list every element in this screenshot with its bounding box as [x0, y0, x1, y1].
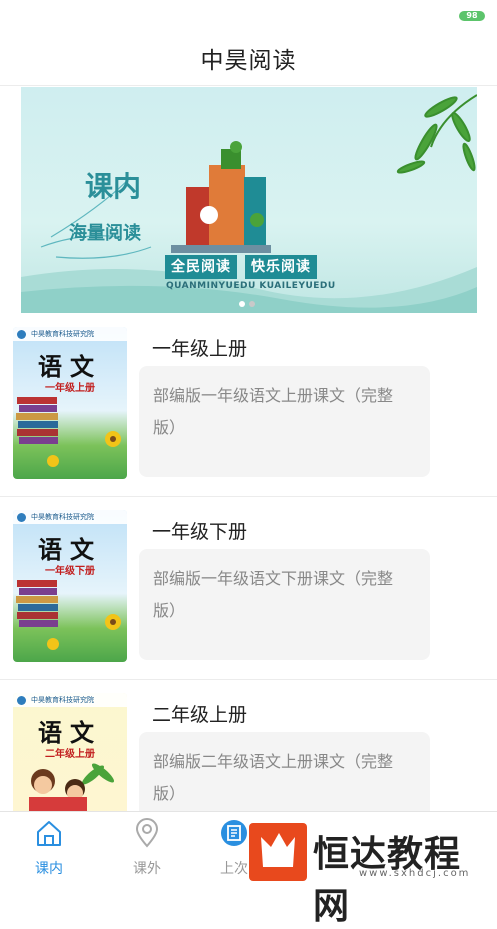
cover-subject: 语文 — [38, 718, 102, 747]
book-description: 部编版一年级语文下册课文（完整版） — [139, 549, 430, 660]
book-cover: 中昊教育科技研究院 语文 一年级下册 — [13, 510, 127, 662]
cover-subject: 语文 — [38, 352, 102, 381]
book-title: 一年级上册 — [152, 338, 248, 360]
cover-grade: 一年级上册 — [45, 383, 95, 394]
tab-label: 课外 — [133, 861, 161, 877]
cover-institute: 中昊教育科技研究院 — [13, 510, 127, 524]
cover-subject: 语文 — [38, 535, 102, 564]
cover-grade: 一年级下册 — [45, 566, 95, 577]
book-title: 二年级上册 — [152, 704, 248, 726]
banner-heading-2: 海量阅读 — [69, 223, 141, 244]
slogan-2: 快乐阅读 — [245, 255, 317, 279]
cover-institute: 中昊教育科技研究院 — [13, 327, 127, 341]
book-cover: 中昊教育科技研究院 语文 一年级上册 — [13, 327, 127, 479]
banner-slogan: 全民阅读 快乐阅读 — [165, 255, 317, 279]
banner-pinyin: QUANMINYUEDU KUAILEYUEDU — [166, 281, 336, 291]
carousel-indicator — [239, 301, 255, 307]
banner-carousel[interactable]: 海量阅读 课内 全民阅读 快乐阅读 QUANMINYUEDU KUAILEYUE… — [21, 87, 477, 313]
watermark-url: www.sxhdcj.com — [359, 868, 471, 879]
location-pin-icon — [135, 818, 159, 848]
cover-institute: 中昊教育科技研究院 — [13, 693, 127, 707]
battery-indicator: 98 — [459, 11, 485, 21]
slogan-1: 全民阅读 — [165, 255, 237, 279]
tab-in-class[interactable]: 课内 — [9, 812, 89, 884]
status-bar: 98 — [0, 0, 497, 30]
book-title: 一年级下册 — [152, 521, 248, 543]
carousel-dot-2[interactable] — [249, 301, 255, 307]
book-icon — [221, 820, 247, 846]
book-item-grade1-lower[interactable]: 中昊教育科技研究院 语文 一年级下册 一年级下册 部编版一年级语文下册课文（完整… — [0, 497, 497, 680]
book-description: 部编版一年级语文上册课文（完整版） — [139, 366, 430, 477]
carousel-dot-1[interactable] — [239, 301, 245, 307]
home-icon — [37, 821, 61, 846]
banner-heading-1: 课内 — [85, 170, 142, 203]
cover-grade: 二年级上册 — [45, 749, 95, 760]
header-bar: 中昊阅读 — [0, 30, 497, 86]
watermark-logo-icon — [249, 823, 307, 881]
page-title: 中昊阅读 — [200, 47, 297, 74]
tab-extracurricular[interactable]: 课外 — [107, 812, 187, 884]
book-item-grade1-upper[interactable]: 中昊教育科技研究院 语文 一年级上册 一年级上册 部编版一年级语文上册课文（完整… — [0, 314, 497, 497]
watermark: 恒达教程网 www.sxhdcj.com — [249, 823, 489, 927]
tab-label: 课内 — [35, 861, 63, 877]
